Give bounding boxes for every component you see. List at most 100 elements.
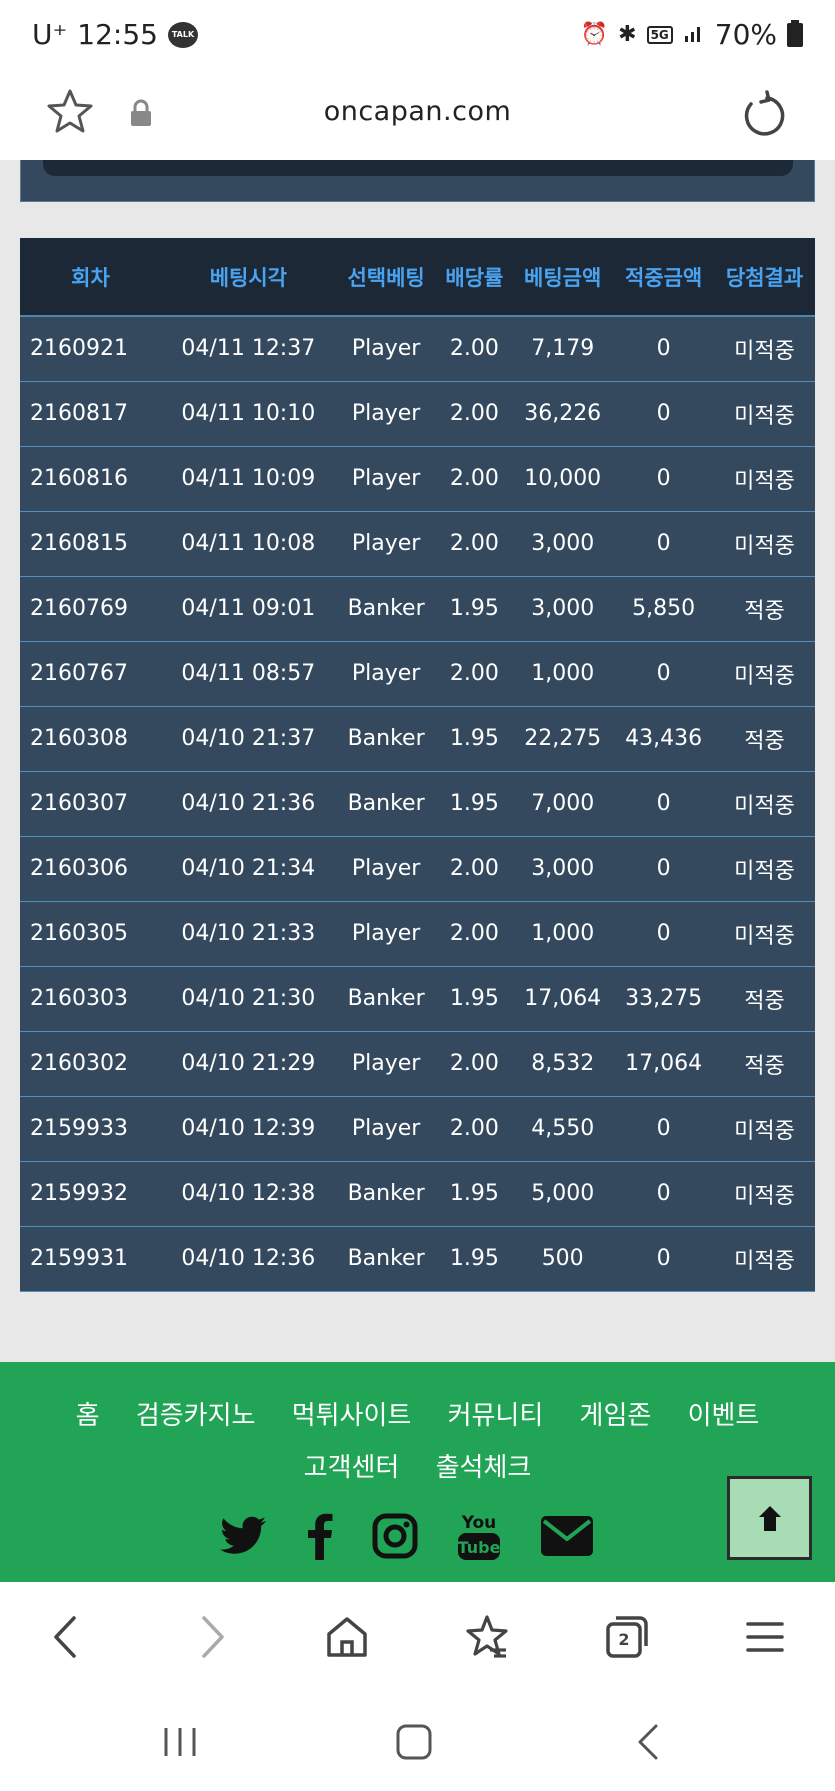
table-row: 2159932 04/10 12:38 Banker 1.95 5,000 0 미적중 [20, 1161, 815, 1227]
cell-selection: Banker [335, 576, 437, 642]
cell-odds: 1.95 [436, 966, 513, 1032]
carrier-label: U⁺ [32, 18, 68, 51]
cell-odds: 1.95 [436, 576, 513, 642]
cell-bet-time: 04/10 12:38 [160, 1161, 336, 1227]
cell-round: 2160306 [20, 836, 161, 902]
footer-link-scam-sites[interactable]: 먹튀사이트 [292, 1401, 412, 1431]
table-body: 2160921 04/11 12:37 Player 2.00 7,179 0 미적중 216… [20, 316, 815, 1292]
cell-result: 미적중 [714, 836, 815, 902]
table-row: 2160817 04/11 10:10 Player 2.00 36,226 0 미적중 [20, 381, 815, 447]
cell-result: 미적중 [714, 446, 815, 512]
cell-bet-amount: 8,532 [512, 1031, 614, 1097]
footer-link-attendance[interactable]: 출석체크 [436, 1453, 532, 1483]
table-row: 2160816 04/11 10:09 Player 2.00 10,000 0 미적중 [20, 446, 815, 512]
cell-result: 미적중 [714, 316, 815, 382]
recent-apps-icon[interactable] [158, 1720, 202, 1764]
address-bar: oncapan.com [0, 70, 835, 160]
table-row: 2160302 04/10 21:29 Player 2.00 8,532 17,064 적… [20, 1031, 815, 1097]
home-icon[interactable] [322, 1612, 372, 1662]
cell-odds: 2.00 [436, 381, 513, 447]
footer-link-home[interactable]: 홈 [76, 1401, 100, 1431]
cell-selection: Player [335, 1096, 437, 1162]
cell-bet-amount: 17,064 [512, 966, 614, 1032]
cell-round: 2160769 [20, 576, 161, 642]
cell-win-amount: 17,064 [613, 1031, 715, 1097]
cell-win-amount: 0 [613, 641, 715, 707]
table-row: 2159933 04/10 12:39 Player 2.00 4,550 0 미적중 [20, 1096, 815, 1162]
cell-round: 2159932 [20, 1161, 161, 1227]
cell-odds: 2.00 [436, 901, 513, 967]
footer-link-verified-casino[interactable]: 검증카지노 [136, 1401, 256, 1431]
twitter-icon[interactable] [220, 1516, 268, 1556]
cell-result: 미적중 [714, 1161, 815, 1227]
cell-bet-amount: 3,000 [512, 511, 614, 577]
cell-result: 미적중 [714, 1096, 815, 1162]
cell-selection: Player [335, 381, 437, 447]
cell-odds: 1.95 [436, 1161, 513, 1227]
cell-win-amount: 0 [613, 1096, 715, 1162]
cell-odds: 1.95 [436, 706, 513, 772]
cell-round: 2160921 [20, 316, 161, 382]
cell-result: 적중 [714, 576, 815, 642]
social-links: You Tube [220, 1510, 594, 1562]
cell-bet-amount: 1,000 [512, 901, 614, 967]
table-row: 2160769 04/11 09:01 Banker 1.95 3,000 5,850 적중 [20, 576, 815, 642]
cell-bet-time: 04/10 21:30 [160, 966, 336, 1032]
cell-bet-amount: 7,000 [512, 771, 614, 837]
table-row: 2160815 04/11 10:08 Player 2.00 3,000 0 미적중 [20, 511, 815, 577]
cell-result: 미적중 [714, 641, 815, 707]
cell-bet-time: 04/11 09:01 [160, 576, 336, 642]
email-icon[interactable] [540, 1515, 594, 1557]
table-row: 2160306 04/10 21:34 Player 2.00 3,000 0 미적중 [20, 836, 815, 902]
table-row: 2160921 04/11 12:37 Player 2.00 7,179 0 미적중 [20, 316, 815, 382]
cell-win-amount: 43,436 [613, 706, 715, 772]
instagram-icon[interactable] [372, 1513, 418, 1559]
bet-history-table: 회차 베팅시각 선택베팅 배당률 베팅금액 적중금액 당첨결과 2160921 0… [20, 238, 815, 1292]
cell-win-amount: 33,275 [613, 966, 715, 1032]
footer-link-event[interactable]: 이벤트 [688, 1401, 760, 1431]
footer-link-customer-center[interactable]: 고객센터 [304, 1453, 400, 1483]
header-result: 당첨결과 [714, 238, 815, 317]
cell-bet-time: 04/11 10:10 [160, 381, 336, 447]
footer-link-community[interactable]: 커뮤니티 [448, 1401, 544, 1431]
header-win-amount: 적중금액 [613, 238, 715, 317]
bookmarks-icon[interactable] [462, 1612, 512, 1662]
cell-bet-amount: 3,000 [512, 836, 614, 902]
scroll-top-button[interactable] [727, 1476, 812, 1560]
footer-link-game-zone[interactable]: 게임존 [580, 1401, 652, 1431]
tabs-button[interactable]: 2 [602, 1612, 652, 1662]
battery-percent: 70% [714, 18, 777, 51]
url-field[interactable]: oncapan.com [0, 96, 835, 127]
cell-result: 적중 [714, 706, 815, 772]
cell-result: 적중 [714, 966, 815, 1032]
menu-icon[interactable] [740, 1612, 790, 1662]
battery-icon [787, 19, 803, 47]
home-button-icon[interactable] [392, 1720, 436, 1764]
cell-bet-time: 04/10 21:29 [160, 1031, 336, 1097]
system-back-icon[interactable] [628, 1720, 672, 1764]
facebook-icon[interactable] [306, 1512, 334, 1560]
cell-bet-amount: 22,275 [512, 706, 614, 772]
cell-win-amount: 0 [613, 1161, 715, 1227]
cell-selection: Banker [335, 1226, 437, 1292]
cell-win-amount: 0 [613, 511, 715, 577]
reload-icon[interactable] [737, 90, 787, 140]
cell-round: 2160767 [20, 641, 161, 707]
cell-selection: Banker [335, 771, 437, 837]
back-icon[interactable] [42, 1612, 92, 1662]
cell-bet-time: 04/11 08:57 [160, 641, 336, 707]
cell-bet-time: 04/10 12:39 [160, 1096, 336, 1162]
cell-win-amount: 0 [613, 1226, 715, 1292]
cell-bet-amount: 7,179 [512, 316, 614, 382]
header-round: 회차 [20, 238, 161, 317]
forward-icon[interactable] [186, 1612, 236, 1662]
cell-bet-time: 04/10 21:33 [160, 901, 336, 967]
cell-result: 미적중 [714, 901, 815, 967]
banner-panel [20, 160, 815, 202]
table-row: 2160305 04/10 21:33 Player 2.00 1,000 0 미적중 [20, 901, 815, 967]
cell-selection: Player [335, 836, 437, 902]
youtube-icon[interactable]: You Tube [456, 1510, 502, 1562]
header-bet-time: 베팅시각 [160, 238, 336, 317]
cell-win-amount: 0 [613, 771, 715, 837]
cell-win-amount: 0 [613, 836, 715, 902]
